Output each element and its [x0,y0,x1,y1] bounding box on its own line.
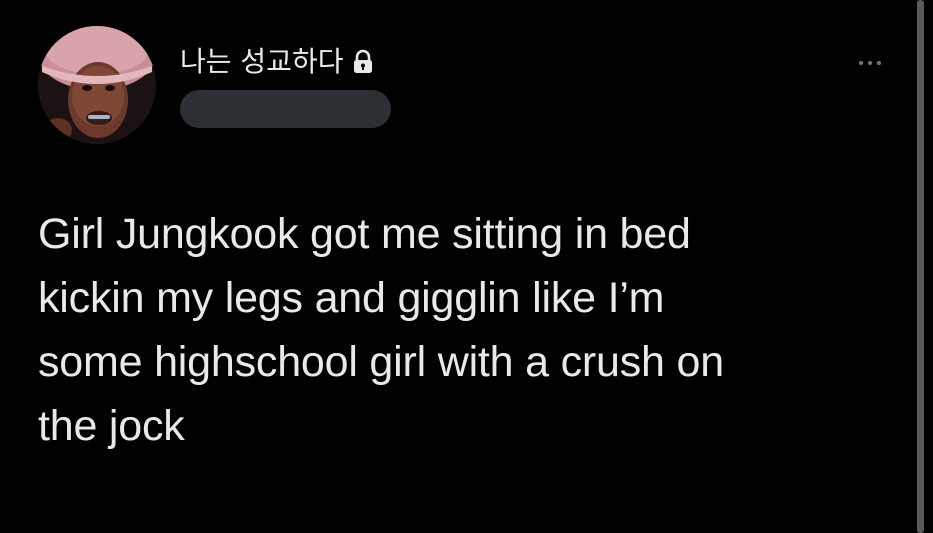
avatar-image [38,26,156,144]
display-name-text: 나는 성교하다 [180,45,344,78]
handle-redacted [180,90,391,128]
avatar[interactable] [38,26,156,144]
more-dot [877,61,881,65]
scrollbar[interactable] [917,0,924,533]
more-dot [859,61,863,65]
more-horizontal-icon[interactable] [850,52,890,74]
more-dot [868,61,872,65]
tweet-text: Girl Jungkook got me sitting in bed kick… [38,210,724,450]
display-name[interactable]: 나는 성교하다 [180,44,375,80]
lock-icon [354,49,373,73]
tweet: 나는 성교하다 Girl Jungkook got me sitting in … [0,0,933,533]
